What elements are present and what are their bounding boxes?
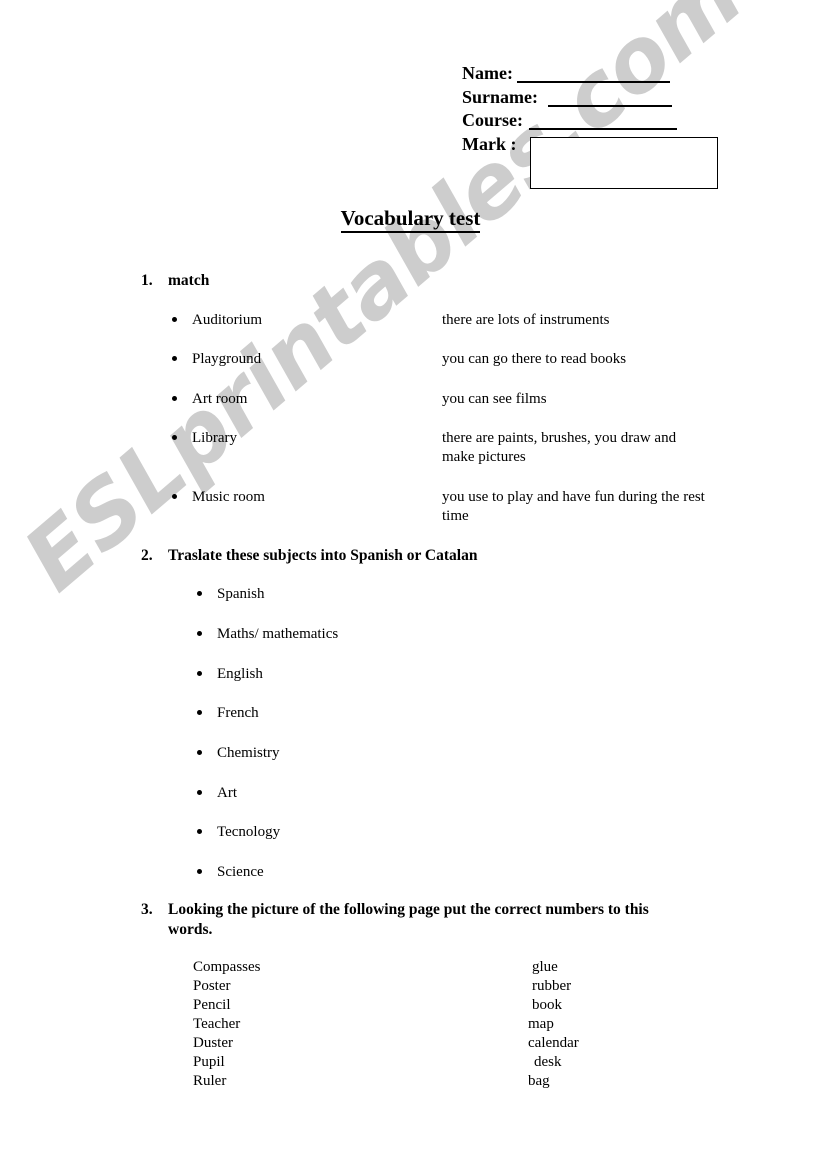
bullet-icon bbox=[172, 435, 177, 440]
page-title: Vocabulary test bbox=[0, 206, 821, 233]
page-title-text: Vocabulary test bbox=[340, 206, 481, 233]
word-item[interactable]: Poster bbox=[193, 977, 231, 996]
word-item[interactable]: Duster bbox=[193, 1034, 233, 1053]
word-item[interactable]: Compasses bbox=[193, 958, 261, 977]
word-item[interactable]: desk bbox=[534, 1053, 562, 1072]
subject-label[interactable]: English bbox=[217, 665, 263, 684]
bullet-icon bbox=[197, 750, 202, 755]
word-item[interactable]: book bbox=[532, 996, 562, 1015]
bullet-icon bbox=[197, 671, 202, 676]
surname-label: Surname: bbox=[462, 87, 538, 107]
match-clue[interactable]: there are paints, brushes, you draw and … bbox=[442, 429, 710, 467]
bullet-icon bbox=[197, 869, 202, 874]
exercise-2-number: 2. bbox=[141, 547, 153, 564]
word-item[interactable]: rubber bbox=[532, 977, 571, 996]
match-clue[interactable]: you can go there to read books bbox=[442, 350, 724, 369]
exercise-1-number: 1. bbox=[141, 272, 153, 289]
exercise-3-number: 3. bbox=[141, 901, 153, 918]
bullet-icon bbox=[197, 790, 202, 795]
word-item[interactable]: Teacher bbox=[193, 1015, 240, 1034]
subject-label[interactable]: Art bbox=[217, 784, 237, 803]
bullet-icon bbox=[197, 829, 202, 834]
exercise-2-instruction: Traslate these subjects into Spanish or … bbox=[168, 547, 478, 564]
match-term[interactable]: Playground bbox=[192, 350, 261, 369]
word-item[interactable]: Pencil bbox=[193, 996, 231, 1015]
bullet-icon bbox=[172, 396, 177, 401]
subject-label[interactable]: Maths/ mathematics bbox=[217, 625, 338, 644]
name-label: Name: bbox=[462, 63, 513, 83]
word-item[interactable]: glue bbox=[532, 958, 558, 977]
word-item[interactable]: calendar bbox=[528, 1034, 579, 1053]
surname-input-rule[interactable] bbox=[548, 105, 672, 107]
word-item[interactable]: map bbox=[528, 1015, 554, 1034]
word-item[interactable]: Ruler bbox=[193, 1072, 226, 1091]
subject-label[interactable]: Science bbox=[217, 863, 264, 882]
match-term[interactable]: Art room bbox=[192, 390, 247, 409]
bullet-icon bbox=[172, 317, 177, 322]
mark-box[interactable] bbox=[530, 137, 718, 189]
course-label: Course: bbox=[462, 110, 523, 130]
bullet-icon bbox=[197, 710, 202, 715]
word-item[interactable]: bag bbox=[528, 1072, 550, 1091]
bullet-icon bbox=[197, 591, 202, 596]
subject-label[interactable]: Chemistry bbox=[217, 744, 280, 763]
mark-label: Mark : bbox=[462, 134, 517, 154]
subject-label[interactable]: Tecnology bbox=[217, 823, 280, 842]
word-item[interactable]: Pupil bbox=[193, 1053, 225, 1072]
bullet-icon bbox=[172, 494, 177, 499]
match-term[interactable]: Auditorium bbox=[192, 311, 262, 330]
subject-label[interactable]: Spanish bbox=[217, 585, 265, 604]
subject-label[interactable]: French bbox=[217, 704, 259, 723]
course-input-rule[interactable] bbox=[529, 128, 677, 130]
exercise-3-instruction: Looking the picture of the following pag… bbox=[168, 901, 649, 938]
match-term[interactable]: Music room bbox=[192, 488, 265, 507]
name-input-rule[interactable] bbox=[517, 81, 670, 83]
match-term[interactable]: Library bbox=[192, 429, 237, 448]
match-clue[interactable]: you can see films bbox=[442, 390, 724, 409]
bullet-icon bbox=[172, 356, 177, 361]
match-clue[interactable]: you use to play and have fun during the … bbox=[442, 488, 712, 526]
match-clue[interactable]: there are lots of instruments bbox=[442, 311, 724, 330]
exercise-1-instruction: match bbox=[168, 272, 210, 289]
bullet-icon bbox=[197, 631, 202, 636]
worksheet-page: ESLprintables.com Name: Surname: Course:… bbox=[0, 0, 821, 1169]
